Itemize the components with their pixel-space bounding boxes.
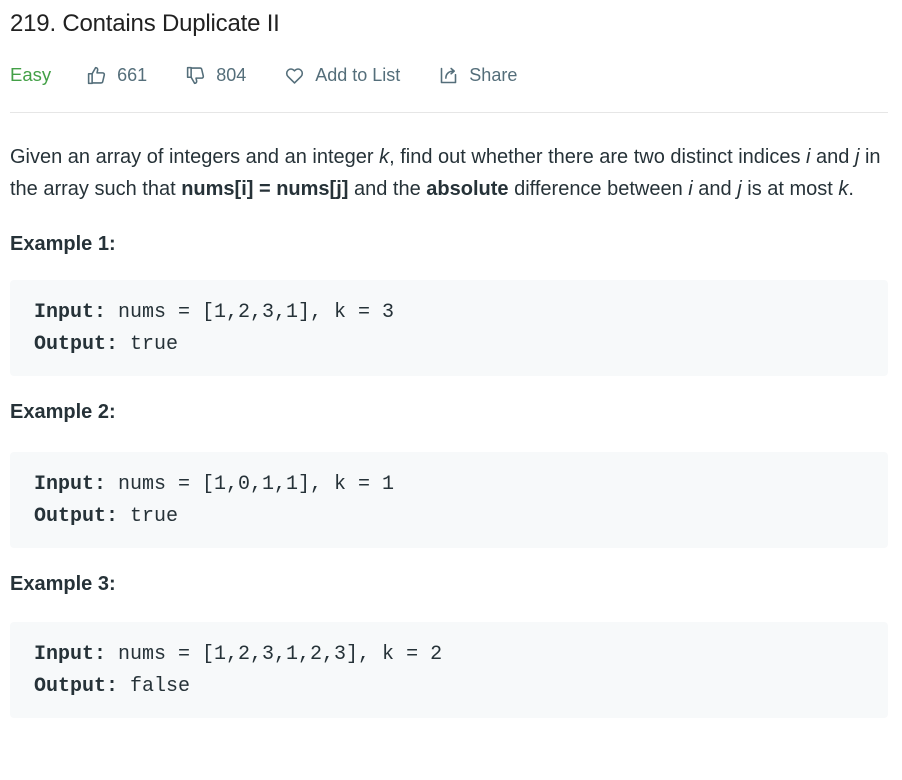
input-label: Input:	[34, 643, 107, 666]
description-text: difference between	[508, 178, 689, 200]
thumbs-up-icon	[87, 66, 106, 84]
dislike-button[interactable]: 804	[185, 65, 246, 86]
description-text: is at most	[741, 178, 839, 200]
difficulty-badge: Easy	[10, 64, 52, 85]
heart-icon	[286, 67, 304, 84]
var-k: k	[838, 178, 849, 200]
description-text: and	[810, 146, 855, 168]
share-label: Share	[469, 64, 518, 85]
example-1-title: Example 1:	[10, 233, 116, 255]
equality-condition: nums[i] = nums[j]	[181, 178, 349, 200]
description-text: and the	[348, 178, 427, 200]
output-label: Output:	[34, 675, 119, 698]
like-button[interactable]: 661	[86, 65, 147, 86]
add-to-list-button[interactable]: Add to List	[284, 65, 400, 86]
example-2-code: Input: nums = [1,0,1,1], k = 1 Output: t…	[10, 452, 888, 548]
like-count: 661	[117, 64, 148, 85]
example-output-line: Output: true	[34, 329, 864, 361]
problem-meta-bar: Easy 661 804 Add to List Share	[10, 60, 888, 90]
description-text: and	[692, 178, 738, 200]
add-to-list-label: Add to List	[315, 64, 401, 85]
output-value: true	[118, 505, 179, 528]
example-input-line: Input: nums = [1,2,3,1,2,3], k = 2	[34, 639, 864, 671]
share-icon	[441, 67, 457, 83]
example-2-title: Example 2:	[10, 401, 116, 423]
input-label: Input:	[34, 301, 107, 324]
example-input-line: Input: nums = [1,2,3,1], k = 3	[34, 297, 864, 329]
problem-page: 219. Contains Duplicate II Easy 661 804 …	[0, 0, 902, 780]
problem-description: Given an array of integers and an intege…	[10, 141, 888, 205]
example-output-line: Output: false	[34, 671, 864, 703]
problem-title: 219. Contains Duplicate II	[10, 10, 280, 37]
description-text: , find out whether there are two distinc…	[389, 146, 807, 168]
description-text: Given an array of integers and an intege…	[10, 146, 380, 168]
description-text: .	[848, 178, 854, 200]
input-label: Input:	[34, 473, 107, 496]
absolute-keyword: absolute	[426, 178, 509, 200]
example-3-title: Example 3:	[10, 573, 116, 595]
dislike-count: 804	[216, 64, 247, 85]
example-3-code: Input: nums = [1,2,3,1,2,3], k = 2 Outpu…	[10, 622, 888, 718]
example-input-line: Input: nums = [1,0,1,1], k = 1	[34, 469, 864, 501]
input-value: nums = [1,2,3,1], k = 3	[106, 301, 395, 324]
input-value: nums = [1,0,1,1], k = 1	[106, 473, 395, 496]
output-value: true	[118, 333, 179, 356]
thumbs-down-icon	[187, 66, 205, 84]
example-1-code: Input: nums = [1,2,3,1], k = 3 Output: t…	[10, 280, 888, 376]
meta-divider	[10, 112, 888, 113]
output-value: false	[118, 675, 191, 698]
output-label: Output:	[34, 505, 119, 528]
output-label: Output:	[34, 333, 119, 356]
example-output-line: Output: true	[34, 501, 864, 533]
var-k: k	[379, 146, 390, 168]
input-value: nums = [1,2,3,1,2,3], k = 2	[106, 643, 443, 666]
share-button[interactable]: Share	[438, 65, 517, 86]
